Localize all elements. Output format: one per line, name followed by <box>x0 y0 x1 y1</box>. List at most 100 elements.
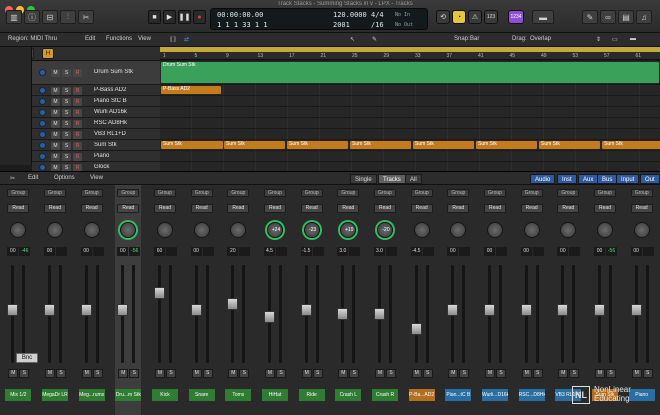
solo-button[interactable]: S <box>642 369 653 378</box>
region[interactable]: Sum Stk <box>539 141 600 149</box>
mute-button[interactable]: M <box>118 369 129 378</box>
view-mode-tracks[interactable]: Tracks <box>378 174 406 184</box>
track-lane[interactable] <box>160 96 660 107</box>
pan-knob[interactable] <box>230 222 247 238</box>
track-on-icon[interactable] <box>39 130 46 138</box>
group-slot[interactable]: Group <box>300 189 323 197</box>
channel-strip[interactable]: Group Read -20 3.0 M S Crash R <box>372 185 398 415</box>
automation-mode-button[interactable]: Read <box>484 204 506 213</box>
group-slot[interactable]: Group <box>447 189 470 197</box>
count-in-button[interactable]: 123 <box>484 10 498 24</box>
solo-button[interactable]: S <box>422 369 433 378</box>
channel-name[interactable]: Kick <box>152 389 178 401</box>
track-lane[interactable]: Sum Stk Sum Stk Sum Stk Sum Stk Sum Stk Sum S… <box>160 140 660 151</box>
automation-mode-button[interactable]: Read <box>190 204 213 213</box>
solo-button[interactable]: S <box>62 152 71 161</box>
automation-mode-button[interactable]: Read <box>44 204 66 213</box>
automation-mode-button[interactable]: Read <box>594 204 616 213</box>
automation-mode-button[interactable]: Read <box>630 204 653 213</box>
mute-button[interactable]: M <box>51 97 60 106</box>
mixer-icon[interactable]: ⫶ <box>60 10 76 24</box>
track-header[interactable]: M S R Wurli AD16k <box>32 107 160 118</box>
volume-fader[interactable] <box>410 322 422 335</box>
track-row[interactable]: M S R RSC AD8Hk <box>32 118 660 129</box>
region[interactable]: P-Bass AD2 <box>161 86 221 94</box>
record-button[interactable]: R <box>73 69 82 77</box>
channel-strip[interactable]: Group Read 00 M S MegaDr LR <box>42 185 68 415</box>
volume-fader[interactable] <box>447 303 459 316</box>
lcd-display[interactable]: 00:00:00.00 1 1 1 33 1 1 120.0000 2001 4… <box>210 8 428 30</box>
pan-knob[interactable] <box>47 222 63 238</box>
fader-track[interactable] <box>231 265 235 363</box>
track-lane[interactable] <box>160 151 660 162</box>
mute-button[interactable]: M <box>411 369 422 378</box>
filter-aux[interactable]: Aux <box>578 174 599 184</box>
automation-mode-button[interactable]: Read <box>447 204 470 213</box>
region[interactable]: Sum Stk <box>602 141 660 149</box>
channel-strip[interactable]: Group Read -4.5 M S P-Ba...AD2 <box>408 185 435 415</box>
channel-name[interactable]: Mix 1/2 <box>5 389 32 401</box>
track-on-icon[interactable] <box>39 152 46 160</box>
mute-button[interactable]: M <box>51 86 60 95</box>
volume-fader[interactable] <box>520 303 532 316</box>
play-button[interactable]: ▶ <box>163 10 176 24</box>
channel-strip[interactable]: Group Read 60 M S Kick <box>152 185 178 415</box>
automation-mode-button[interactable]: Read <box>300 204 323 213</box>
channel-name[interactable]: Ride <box>298 389 325 401</box>
hide-tracks-button[interactable]: H <box>42 48 54 59</box>
pause-button[interactable]: ❚❚ <box>178 10 191 24</box>
channel-name[interactable]: RSC...D8Hk <box>518 389 545 401</box>
filter-audio[interactable]: Audio <box>530 174 556 184</box>
pan-knob[interactable] <box>120 222 137 238</box>
solo-button[interactable]: S <box>19 369 30 378</box>
track-name[interactable]: RSC AD8Hk <box>94 120 156 126</box>
track-name[interactable]: P-Bass AD2 <box>94 87 156 93</box>
group-slot[interactable]: Group <box>227 189 250 197</box>
zoom-out-icon[interactable]: ▭ <box>612 36 618 43</box>
group-slot[interactable]: Group <box>80 189 103 197</box>
group-slot[interactable]: Group <box>117 189 140 197</box>
track-lane[interactable] <box>160 118 660 129</box>
mute-button[interactable]: M <box>301 369 312 378</box>
group-slot[interactable]: Group <box>190 189 213 197</box>
channel-strip[interactable]: Group Read 20 M S Toms <box>225 185 252 415</box>
edit-menu[interactable]: Edit <box>85 36 95 42</box>
pan-knob[interactable] <box>10 222 27 238</box>
group-slot[interactable]: Group <box>557 189 580 197</box>
solo-button[interactable]: S <box>386 369 396 378</box>
track-name[interactable]: Piano <box>94 153 156 159</box>
channel-strip[interactable]: Group Read 00 M S VB3 RL1+D <box>555 185 582 415</box>
solo-button[interactable]: S <box>606 369 616 378</box>
solo-button[interactable]: S <box>202 369 213 378</box>
track-name[interactable]: VB3 RL1+D <box>94 131 156 137</box>
pan-knob[interactable]: -23 <box>303 222 320 238</box>
channel-strip[interactable]: Group Read 00 -56 M S Sum Stk <box>592 185 618 415</box>
mute-button[interactable]: M <box>485 369 495 378</box>
track-name[interactable]: Wurli AD16k <box>94 109 156 115</box>
volume-fader[interactable] <box>300 303 312 316</box>
master-volume-icon[interactable]: ▬ <box>532 10 554 24</box>
fader-track[interactable] <box>158 265 161 363</box>
mute-button[interactable]: M <box>8 369 19 378</box>
inspector-icon[interactable]: ⓘ <box>24 10 40 24</box>
mute-button[interactable]: M <box>521 369 532 378</box>
channel-strip[interactable]: Group Read 00 -46 M S Mix 1/2 <box>5 185 32 415</box>
track-on-icon[interactable] <box>39 119 46 127</box>
track-row[interactable]: M S R Piano <box>32 151 660 162</box>
channel-strip[interactable]: Group Read 00 -56 M S Dru...m Stk <box>115 185 142 415</box>
volume-fader[interactable] <box>80 303 92 316</box>
mute-button[interactable]: M <box>51 141 60 150</box>
record-button[interactable]: R <box>73 97 82 106</box>
mixer-options-menu[interactable]: Options <box>54 175 75 181</box>
mute-button[interactable]: M <box>448 369 459 378</box>
channel-strip[interactable]: Group Read -23 -1.5 M S Ride <box>298 185 325 415</box>
channel-name[interactable]: Pian...tC B <box>445 389 472 401</box>
track-row[interactable]: M S R Wurli AD16k <box>32 107 660 118</box>
filter-input[interactable]: Input <box>616 174 640 184</box>
track-row[interactable]: M S R VB3 RL1+D <box>32 129 660 140</box>
solo-button[interactable]: S <box>312 369 323 378</box>
library-icon[interactable]: ▥ <box>6 10 22 24</box>
volume-fader[interactable] <box>374 308 385 320</box>
track-header[interactable]: M S R Piano <box>32 151 160 162</box>
track-row[interactable]: M S R P-Bass AD2 P-Bass AD2 <box>32 85 660 96</box>
